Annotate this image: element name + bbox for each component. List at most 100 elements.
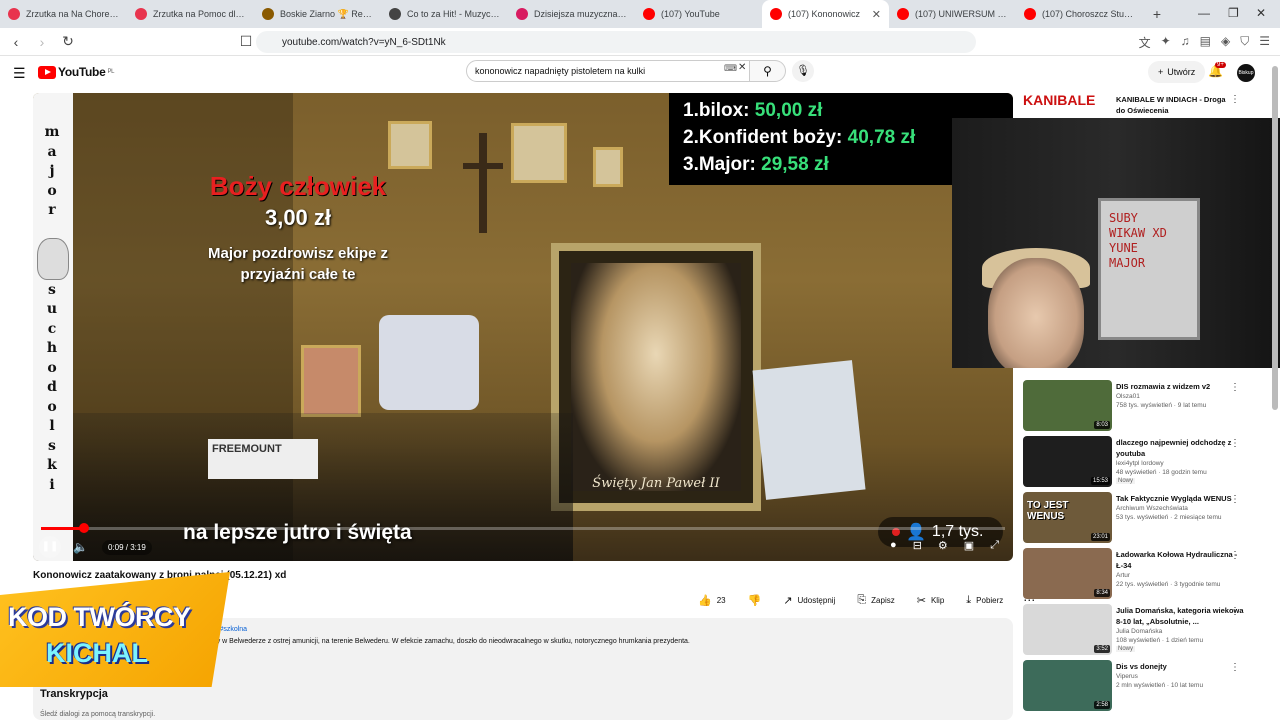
extension-icon[interactable]: ✦ xyxy=(1161,34,1171,51)
more-options-icon[interactable]: ⋮ xyxy=(1230,494,1240,505)
tab-close-icon[interactable]: ✕ xyxy=(872,8,881,21)
recommendation-thumbnail[interactable]: 15:53 xyxy=(1023,436,1112,487)
save-button[interactable]: ⎘ Zapisz xyxy=(849,590,903,610)
search-button[interactable]: ⚲ xyxy=(750,60,786,82)
tab-label: Co to za Hit! - Muzyczny xyxy=(407,9,500,19)
browser-tab[interactable]: Zrzutka na Pomoc dla Ma xyxy=(127,0,254,28)
save-label: Zapisz xyxy=(871,595,895,605)
recommendation-thumbnail[interactable]: 8:34 xyxy=(1023,548,1112,599)
clear-search-icon[interactable]: ✕ xyxy=(738,62,746,73)
recommendation-title[interactable]: DIS rozmawia z widzem v2 xyxy=(1116,381,1246,392)
autoplay-toggle-icon[interactable]: ● xyxy=(890,539,897,552)
voice-search-button[interactable]: 🎙 xyxy=(792,60,814,82)
clip-button[interactable]: ✂ Klip xyxy=(908,590,953,610)
browser-tab[interactable]: Dzisiejsza muzyczna krzyż xyxy=(508,0,635,28)
pause-icon: ❚❚ xyxy=(41,541,59,552)
translate-icon[interactable]: 文 xyxy=(1139,34,1151,51)
recommendation-thumbnail[interactable]: 3:52 xyxy=(1023,604,1112,655)
recommendation-channel[interactable]: Olsza01 xyxy=(1116,393,1140,400)
donation-amount: 50,00 zł xyxy=(754,100,823,121)
stream-side-banner: majorsuchodolski xyxy=(33,93,73,561)
dislike-button[interactable]: 👎 xyxy=(739,590,770,610)
recommendation-channel[interactable]: lexi4ytpl lordowy xyxy=(1116,460,1164,467)
browser-tab[interactable]: Co to za Hit! - Muzyczny xyxy=(381,0,508,28)
hamburger-menu-icon[interactable]: ☰ xyxy=(13,65,26,82)
close-window-icon[interactable]: ✕ xyxy=(1256,6,1266,20)
more-options-icon[interactable]: ⋮ xyxy=(1230,94,1240,105)
side-banner-letter: h xyxy=(46,340,58,356)
miniplayer-icon[interactable]: ▣ xyxy=(964,539,974,552)
forward-icon[interactable]: › xyxy=(32,34,52,50)
browser-tab-bar: Zrzutka na Na Chore Osob Zrzutka na Pomoc… xyxy=(0,0,1280,28)
subtitles-icon[interactable]: ⊟ xyxy=(913,539,922,552)
tab-favicon-icon xyxy=(643,8,655,20)
youtube-logo[interactable]: YouTube PL xyxy=(38,65,114,79)
recommendation-channel[interactable]: Julia Domańska xyxy=(1116,628,1162,635)
url-field[interactable]: youtube.com/watch?v=yN_6-SDt1Nk xyxy=(256,31,976,53)
recommendation-title[interactable]: Ładowarka Kołowa Hydrauliczna - Ł-34 xyxy=(1116,549,1246,571)
back-icon[interactable]: ‹ xyxy=(6,34,26,50)
page-scrollbar[interactable] xyxy=(1272,66,1278,410)
tab-favicon-icon xyxy=(516,8,528,20)
like-button[interactable]: 👍 23 xyxy=(690,590,734,610)
fullscreen-icon[interactable]: ⤢ xyxy=(990,539,999,552)
more-options-icon[interactable]: ⋮ xyxy=(1230,550,1240,561)
new-tab-button[interactable]: + xyxy=(1147,6,1167,22)
reload-icon[interactable]: ↻ xyxy=(58,33,78,50)
pause-button[interactable]: ❚❚ xyxy=(39,536,61,558)
progress-scrubber[interactable] xyxy=(79,523,89,533)
recommendation-title[interactable]: KANIBALE W INDIACH - Droga do Oświecenia xyxy=(1116,94,1234,116)
recommendation-channel[interactable]: Archiwum Wszechświata xyxy=(1116,505,1188,512)
recommendation-title[interactable]: Tak Faktycznie Wygląda WENUS xyxy=(1116,493,1246,504)
recommendation-title[interactable]: dlaczego najpewniej odchodzę z youtuba xyxy=(1116,437,1246,459)
more-options-icon[interactable]: ⋮ xyxy=(1230,438,1240,449)
create-button[interactable]: + Utwórz xyxy=(1148,61,1206,83)
more-options-icon[interactable]: ⋮ xyxy=(1230,662,1240,673)
menu-dots-icon[interactable]: ☰ xyxy=(1259,34,1270,51)
bookmark-icon[interactable]: ☐ xyxy=(236,33,256,50)
more-options-icon[interactable]: ⋮ xyxy=(1230,382,1240,393)
download-button[interactable]: ⤓ Pobierz xyxy=(958,590,1012,610)
recommendation-thumbnail[interactable]: 8:03 xyxy=(1023,380,1112,431)
browser-tab[interactable]: (107) Kononowicz ✕ xyxy=(762,0,889,28)
more-options-icon[interactable]: ⋮ xyxy=(1230,606,1240,617)
volume-icon[interactable]: 🔈 xyxy=(73,540,88,554)
browser-tab[interactable]: (107) Choroszcz Studios - xyxy=(1016,0,1143,28)
browser-tab[interactable]: Zrzutka na Na Chore Osob xyxy=(0,0,127,28)
video-pillow xyxy=(379,315,479,410)
maximize-icon[interactable]: ❐ xyxy=(1228,6,1239,20)
recommendation-channel[interactable]: Viperus xyxy=(1116,673,1138,680)
recommendation-channel[interactable]: Artur xyxy=(1116,572,1130,579)
progress-bar[interactable] xyxy=(41,523,1005,533)
account-avatar[interactable]: Biskup xyxy=(1237,64,1255,82)
shield-icon[interactable]: ⛉ xyxy=(1240,34,1249,51)
recommendation-thumbnail[interactable]: KANIBALE xyxy=(1023,92,1111,118)
minimize-icon[interactable]: — xyxy=(1198,6,1210,20)
wallet-icon[interactable]: ◈ xyxy=(1221,34,1230,51)
browser-tab[interactable]: Boskie Ziarno 🏆 Rekordy xyxy=(254,0,381,28)
duration-badge: 8:03 xyxy=(1094,421,1110,429)
settings-gear-icon[interactable]: ⚙ xyxy=(938,539,948,552)
side-banner-letter: s xyxy=(48,437,56,454)
recommendation-item[interactable]: 2:58 Dis vs donejty Viperus 2 mln wyświetle… xyxy=(1020,660,1270,712)
keyboard-icon[interactable]: ⌨ xyxy=(724,63,737,74)
share-button[interactable]: ↗ Udostępnij xyxy=(775,590,844,610)
sidepanel-icon[interactable]: ▤ xyxy=(1200,34,1211,51)
recommendation-item[interactable]: 8:03 DIS rozmawia z widzem v2 Olsza01 758 t… xyxy=(1020,380,1270,432)
recommendation-title[interactable]: Julia Domańska, kategoria wiekowa 8-10 l… xyxy=(1116,605,1246,627)
media-icon[interactable]: ♫ xyxy=(1181,34,1190,51)
recommendation-title[interactable]: Dis vs donejty xyxy=(1116,661,1246,672)
video-player[interactable]: Święty Jan Paweł II FREEMOUNT majorsucho… xyxy=(33,93,1013,561)
recommendation-item[interactable]: TO JEST WENUS 23:01 Tak Faktycznie Wygląda… xyxy=(1020,492,1270,544)
thumbs-up-icon: 👍 xyxy=(698,594,712,607)
search-input[interactable]: kononowicz napadnięty pistoletem na kulk… xyxy=(466,60,750,82)
recommendation-item[interactable]: 15:53 dlaczego najpewniej odchodzę z yout… xyxy=(1020,436,1270,488)
duration-badge: 3:52 xyxy=(1094,645,1110,653)
browser-tab[interactable]: (107) YouTube xyxy=(635,0,762,28)
recommendation-top-item[interactable]: KANIBALE KANIBALE W INDIACH - Droga do O… xyxy=(1020,92,1270,118)
recommendation-thumbnail[interactable]: 2:58 xyxy=(1023,660,1112,711)
recommendation-item[interactable]: 3:52 Julia Domańska, kategoria wiekowa 8-… xyxy=(1020,604,1270,656)
browser-tab[interactable]: (107) UNIWERSUM SZKOL xyxy=(889,0,1016,28)
recommendation-item[interactable]: 8:34 Ładowarka Kołowa Hydrauliczna - Ł-34… xyxy=(1020,548,1270,600)
recommendation-thumbnail[interactable]: TO JEST WENUS 23:01 xyxy=(1023,492,1112,543)
